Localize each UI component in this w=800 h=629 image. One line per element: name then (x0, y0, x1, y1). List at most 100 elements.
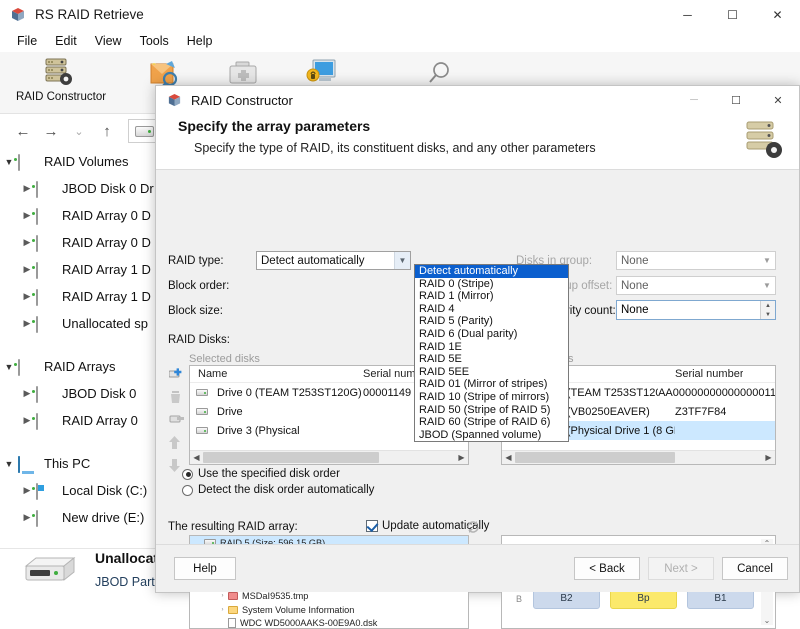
rotate-parity-spinner[interactable]: None ▲ ▼ (616, 300, 776, 320)
maximize-button[interactable]: ☐ (710, 0, 755, 30)
chevron-down-icon[interactable]: ▼ (394, 252, 410, 269)
menu-view[interactable]: View (86, 32, 131, 50)
disk-order-auto-radio[interactable]: Detect the disk order automatically (182, 484, 374, 496)
close-button[interactable]: ✕ (755, 0, 800, 30)
dialog-minimize-button[interactable]: ─ (673, 86, 715, 114)
minimize-button[interactable]: ─ (665, 0, 710, 30)
disk-order-specified-radio[interactable]: Use the specified disk order (182, 468, 340, 480)
menu-tools[interactable]: Tools (131, 32, 178, 50)
chevron-down-icon[interactable]: ▼ (0, 459, 18, 469)
disk-name: Drive 0 (TEAM T253ST120G) (217, 387, 362, 399)
spinner-buttons[interactable]: ▲ ▼ (760, 301, 775, 319)
tree-item[interactable]: ▶RAID Array 0 D (0, 202, 160, 229)
scroll-down-icon[interactable]: ⌄ (764, 616, 771, 625)
dialog-maximize-button[interactable]: ☐ (715, 86, 757, 114)
raid-type-option[interactable]: RAID 10 (Stripe of mirrors) (415, 391, 568, 404)
selected-disks-hscrollbar[interactable]: ◀ ▶ (190, 450, 468, 464)
tree-item-label: JBOD Disk 0 Dr (62, 181, 154, 196)
disk-order-auto-label: Detect the disk order automatically (198, 484, 374, 496)
back-icon[interactable]: ← (10, 119, 36, 143)
hdd-icon (36, 317, 56, 331)
hdd-icon (36, 290, 56, 304)
parity-group-offset-value: None (621, 280, 649, 292)
available-disks-hscrollbar[interactable]: ◀ ▶ (502, 450, 775, 464)
tree-gap (0, 531, 160, 547)
chevron-down-icon[interactable]: ▼ (759, 252, 775, 269)
raid-type-dropdown[interactable]: Detect automaticallyRAID 0 (Stripe)RAID … (414, 264, 569, 442)
tree-item-label: Unallocated sp (62, 316, 148, 331)
tree-item[interactable]: ▶JBOD Disk 0 (0, 380, 160, 407)
chevron-right-icon[interactable]: › (217, 607, 228, 613)
raid-type-value: Detect automatically (261, 255, 365, 267)
chevron-right-icon[interactable]: › (217, 593, 228, 599)
up-icon[interactable]: ↑ (94, 119, 120, 143)
scroll-right-icon[interactable]: ▶ (762, 453, 775, 462)
raid-type-option[interactable]: RAID 50 (Stripe of RAID 5) (415, 404, 568, 417)
tree-item[interactable]: ▶Local Disk (C:) (0, 477, 160, 504)
scroll-left-icon[interactable]: ◀ (502, 453, 515, 462)
radio-indicator[interactable] (182, 469, 193, 480)
menu-file[interactable]: File (8, 32, 46, 50)
disks-in-group-combo[interactable]: None ▼ (616, 251, 776, 270)
scroll-left-icon[interactable]: ◀ (190, 453, 203, 462)
disk-name-cell: Drive 0 (TEAM T253ST120G) (190, 387, 363, 399)
raid-type-option[interactable]: RAID 6 (Dual parity) (415, 328, 568, 341)
raid-type-option[interactable]: RAID 0 (Stripe) (415, 278, 568, 291)
tree-item[interactable]: ▼RAID Arrays (0, 353, 160, 380)
refresh-icon[interactable] (466, 520, 480, 534)
tree-item[interactable]: ▶RAID Array 0 (0, 407, 160, 434)
spinner-down-icon[interactable]: ▼ (761, 310, 775, 319)
tree-item-label: RAID Arrays (44, 359, 116, 374)
scroll-right-icon[interactable]: ▶ (455, 453, 468, 462)
raid-type-option[interactable]: RAID 5 (Parity) (415, 315, 568, 328)
toolbar-raid-constructor-label: RAID Constructor (6, 91, 116, 103)
tree-item[interactable]: ▼This PC (0, 450, 160, 477)
app-icon (10, 7, 26, 23)
radio-indicator[interactable] (182, 485, 193, 496)
result-tree-item[interactable]: WDC WD5000AAKS-00E9A0.dsk (190, 616, 468, 629)
menu-help[interactable]: Help (178, 32, 222, 50)
tree-item[interactable]: ▼RAID Volumes (0, 148, 160, 175)
dialog-close-button[interactable]: ✕ (757, 86, 799, 114)
device-tree[interactable]: ▼RAID Volumes▶JBOD Disk 0 Dr▶RAID Array … (0, 148, 160, 548)
add-disk-icon[interactable] (169, 367, 184, 381)
delete-disk-icon[interactable] (169, 390, 184, 404)
raid-type-combo[interactable]: Detect automatically ▼ (256, 251, 411, 270)
menu-edit[interactable]: Edit (46, 32, 86, 50)
move-up-icon[interactable] (169, 436, 184, 450)
raid-type-option[interactable]: RAID 1 (Mirror) (415, 290, 568, 303)
main-window-title: RS RAID Retrieve (35, 7, 144, 22)
scroll-thumb[interactable] (203, 452, 379, 463)
raid-type-option[interactable]: RAID 1E (415, 341, 568, 354)
icon-shape (18, 154, 20, 171)
tree-item[interactable]: ▶RAID Array 0 D (0, 229, 160, 256)
tree-item[interactable]: ▶Unallocated sp (0, 310, 160, 337)
scroll-thumb[interactable] (515, 452, 675, 463)
result-tree-item[interactable]: ›System Volume Information (190, 603, 468, 616)
raid-type-option[interactable]: RAID 5EE (415, 366, 568, 379)
parity-group-offset-combo[interactable]: None ▼ (616, 276, 776, 295)
hdd-icon (36, 236, 56, 250)
raid-type-option[interactable]: JBOD (Spanned volume) (415, 429, 568, 442)
back-button[interactable]: < Back (574, 557, 640, 580)
remove-disk-icon[interactable] (169, 413, 184, 427)
tree-item[interactable]: ▶RAID Array 1 D (0, 283, 160, 310)
tree-item[interactable]: ▶New drive (E:) (0, 504, 160, 531)
raid-type-option[interactable]: Detect automatically (415, 265, 568, 278)
help-button[interactable]: Help (174, 557, 236, 580)
chevron-down-icon[interactable]: ▼ (759, 277, 775, 294)
tree-item[interactable]: ▶JBOD Disk 0 Dr (0, 175, 160, 202)
raid-type-option[interactable]: RAID 4 (415, 303, 568, 316)
tree-item[interactable]: ▶RAID Array 1 D (0, 256, 160, 283)
disk-serial: AA0000000000000001149 (658, 387, 775, 399)
checkbox-indicator[interactable] (366, 520, 378, 532)
raid-type-option[interactable]: RAID 5E (415, 353, 568, 366)
raid-type-option[interactable]: RAID 60 (Stripe of RAID 6) (415, 416, 568, 429)
spinner-up-icon[interactable]: ▲ (761, 301, 775, 310)
raid-type-option[interactable]: RAID 01 (Mirror of stripes) (415, 378, 568, 391)
cancel-button[interactable]: Cancel (722, 557, 788, 580)
tree-gap (0, 337, 160, 353)
forward-icon[interactable]: → (38, 119, 64, 143)
toolbar-raid-constructor[interactable]: RAID Constructor (6, 58, 116, 103)
chevron-down-icon[interactable]: ⌄ (66, 119, 92, 143)
